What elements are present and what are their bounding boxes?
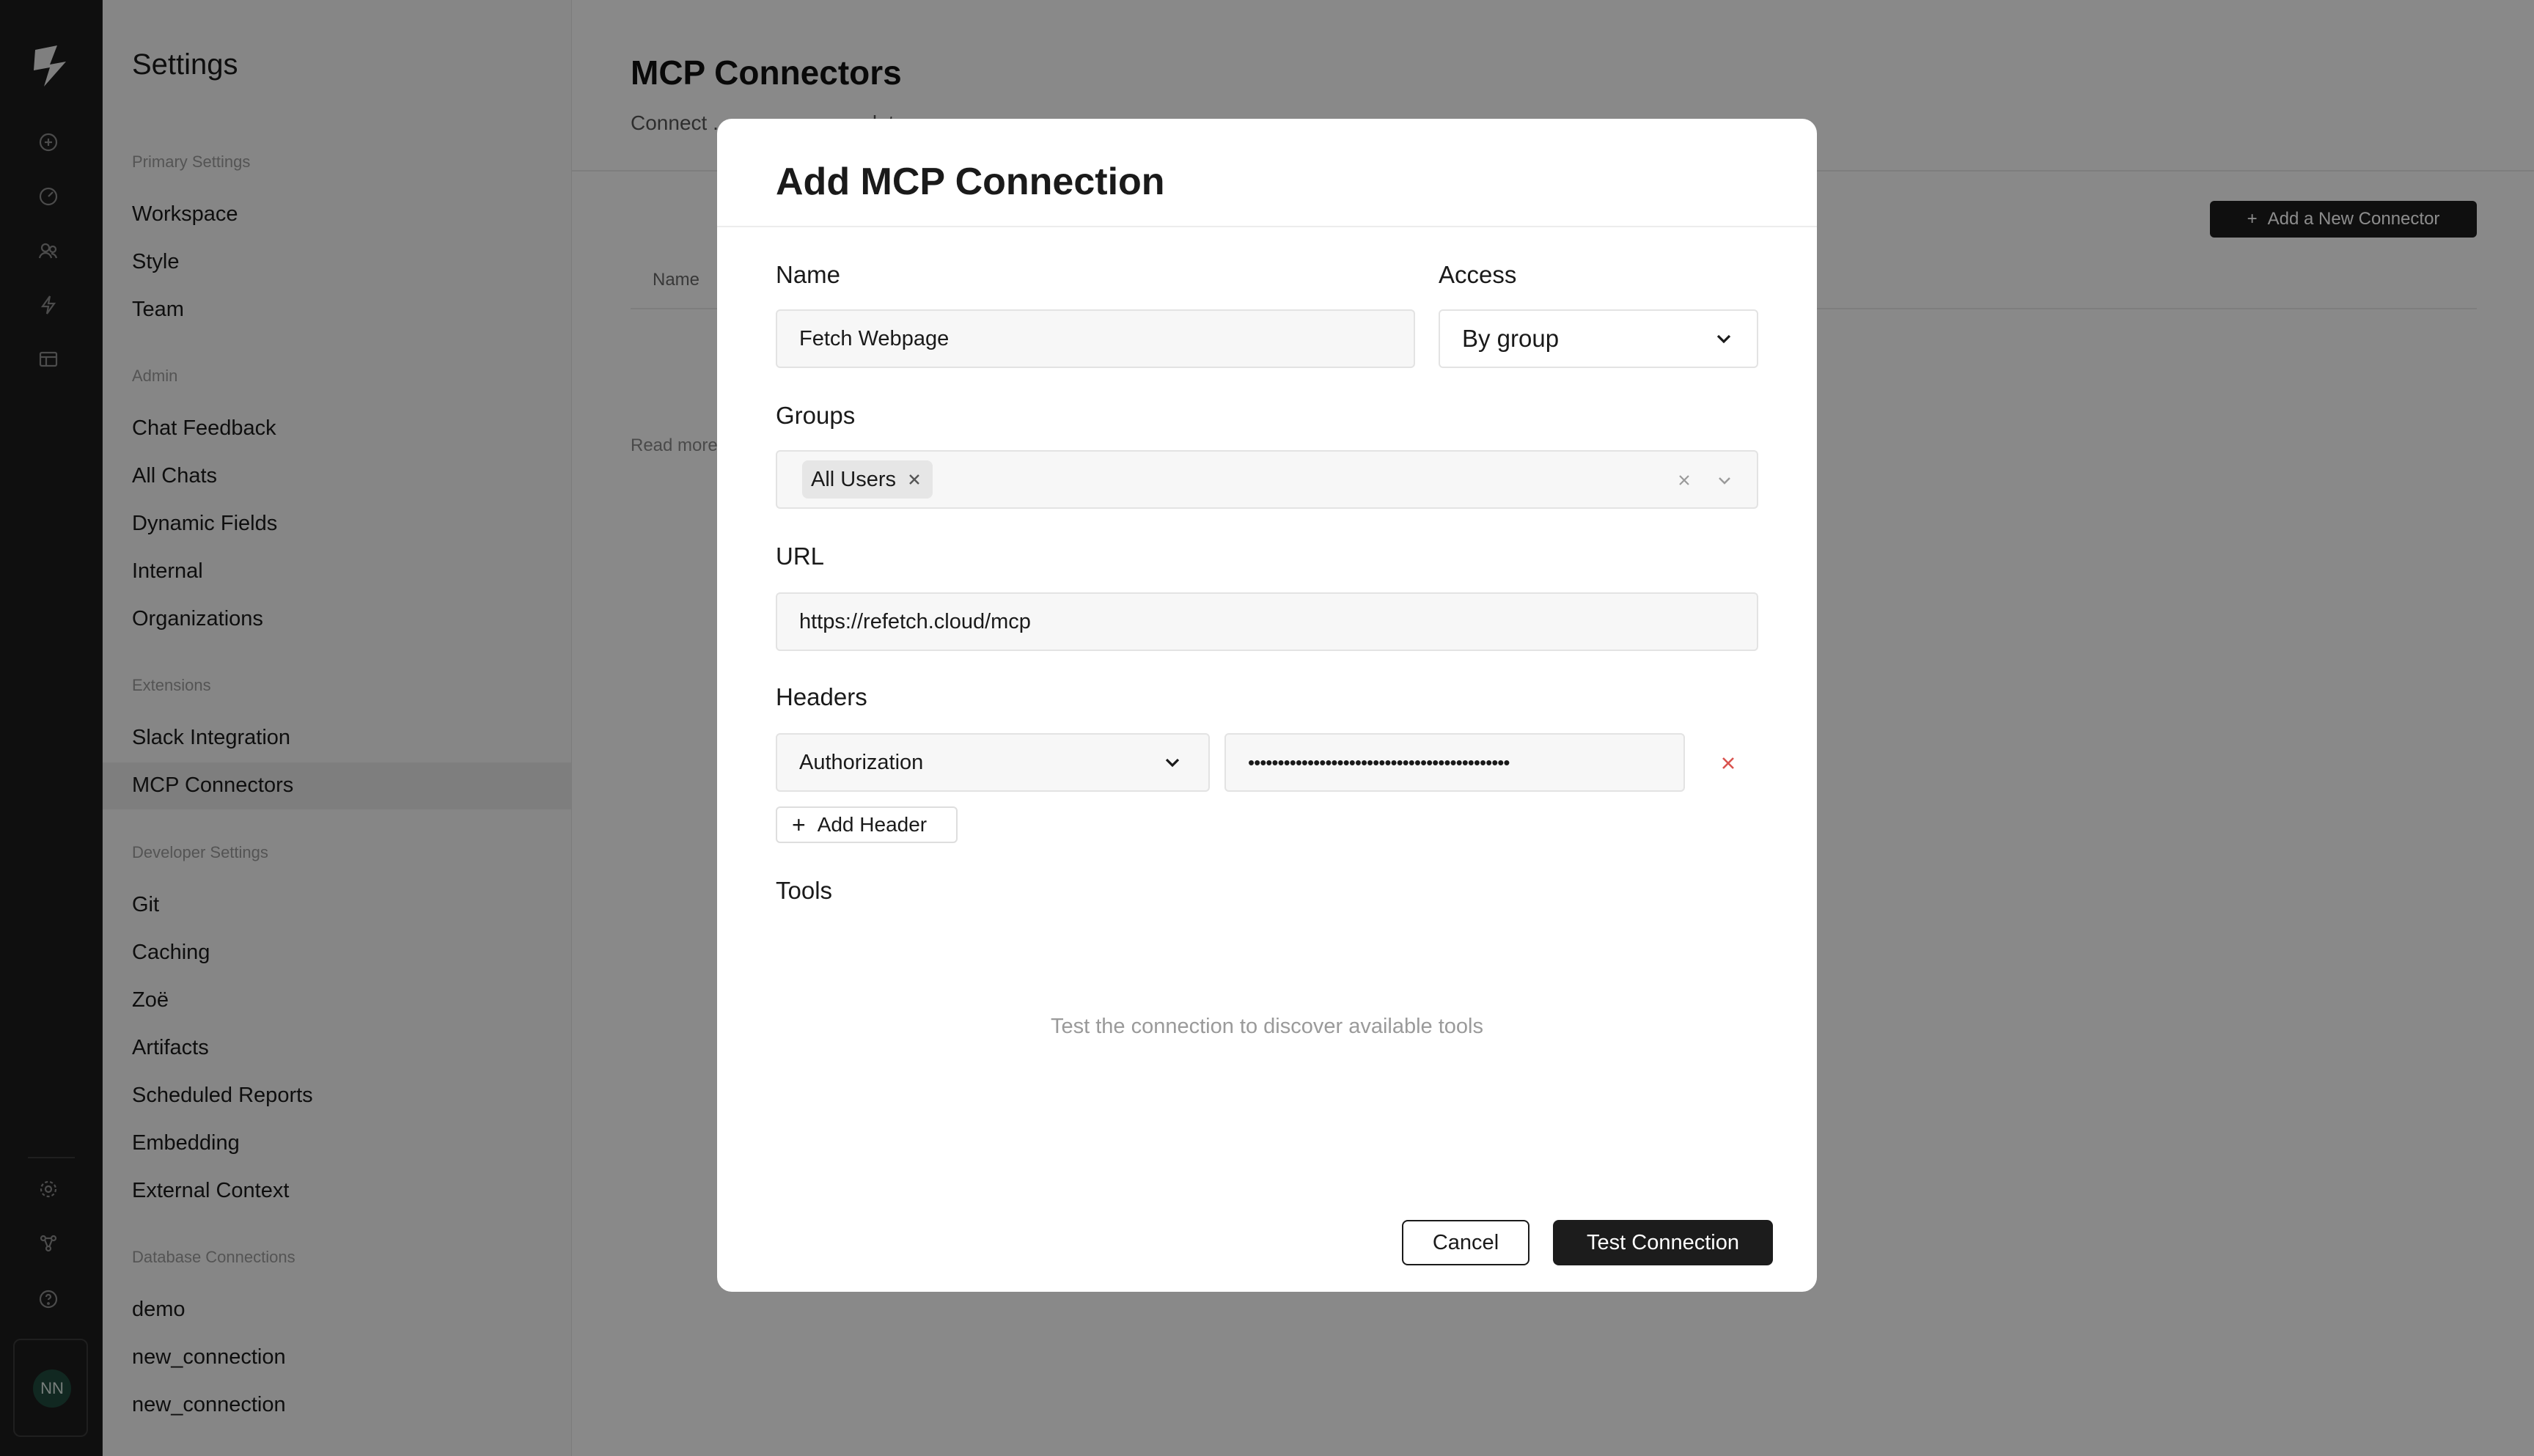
- header-key-value: Authorization: [799, 750, 924, 774]
- remove-header-icon[interactable]: [1719, 754, 1738, 773]
- url-input[interactable]: https://refetch.cloud/mcp: [776, 592, 1758, 651]
- tools-empty-state: Test the connection to discover availabl…: [1050, 1015, 1483, 1038]
- cancel-button[interactable]: Cancel: [1402, 1220, 1529, 1265]
- chevron-down-icon[interactable]: [1716, 471, 1733, 489]
- headers-label: Headers: [776, 683, 867, 710]
- tools-label: Tools: [776, 877, 833, 904]
- access-select[interactable]: By group: [1439, 309, 1758, 368]
- header-value-input[interactable]: ••••••••••••••••••••••••••••••••••••••••…: [1224, 733, 1685, 792]
- group-chip: All Users: [802, 460, 933, 499]
- chevron-down-icon: [1165, 758, 1180, 768]
- add-header-button[interactable]: + Add Header: [776, 806, 958, 843]
- url-label: URL: [776, 543, 825, 570]
- dialog-title: Add MCP Connection: [776, 161, 1165, 203]
- clear-icon[interactable]: [1676, 472, 1692, 488]
- plus-icon: +: [792, 812, 806, 838]
- groups-label: Groups: [776, 402, 856, 429]
- test-connection-button[interactable]: Test Connection: [1553, 1220, 1773, 1265]
- access-label: Access: [1439, 261, 1517, 288]
- group-chip-label: All Users: [811, 467, 897, 491]
- chevron-down-icon: [1716, 334, 1731, 344]
- add-mcp-connection-dialog: Add MCP Connection Name Fetch Webpage Ac…: [717, 119, 1817, 1292]
- name-input[interactable]: Fetch Webpage: [776, 309, 1415, 368]
- chip-remove-icon[interactable]: [906, 471, 922, 488]
- add-header-label: Add Header: [817, 813, 928, 836]
- name-label: Name: [776, 261, 841, 288]
- header-key-select[interactable]: Authorization: [776, 733, 1210, 792]
- dialog-header-divider: [717, 226, 1817, 227]
- groups-multiselect[interactable]: All Users: [776, 450, 1758, 509]
- access-value: By group: [1462, 325, 1560, 352]
